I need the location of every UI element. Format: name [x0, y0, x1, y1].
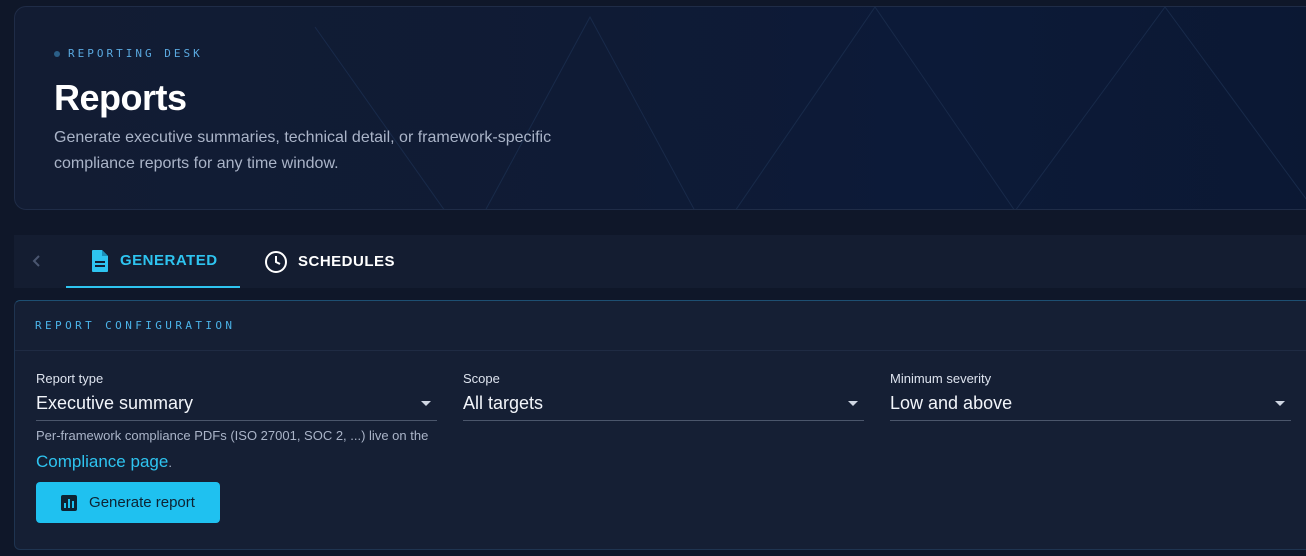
hero-banner: REPORTING DESK Reports Generate executiv… — [14, 6, 1306, 210]
report-type-label: Report type — [36, 371, 104, 386]
caret-down-icon — [848, 401, 858, 406]
report-type-field: Report type Executive summary — [36, 371, 437, 421]
minimum-severity-field: Minimum severity Low and above — [890, 371, 1291, 421]
scope-field: Scope All targets — [463, 371, 864, 421]
tab-scroll-back-button[interactable] — [30, 251, 50, 273]
minimum-severity-select[interactable]: Low and above — [890, 393, 1291, 421]
report-type-value: Executive summary — [36, 393, 194, 413]
scope-label: Scope — [463, 371, 500, 386]
tab-generated-label: GENERATED — [120, 252, 218, 269]
tab-bar: GENERATED SCHEDULES — [14, 235, 1306, 288]
hint-text: Per-framework compliance PDFs (ISO 27001… — [36, 428, 429, 443]
clock-icon — [265, 250, 287, 273]
minimum-severity-value: Low and above — [890, 393, 1013, 413]
compliance-hint: Per-framework compliance PDFs (ISO 27001… — [36, 423, 446, 476]
chevron-left-icon — [32, 255, 40, 267]
bar-chart-icon — [61, 494, 78, 511]
document-icon — [92, 249, 108, 272]
scope-value: All targets — [463, 393, 544, 413]
tab-schedules-label: SCHEDULES — [298, 253, 396, 270]
scope-select[interactable]: All targets — [463, 393, 864, 421]
page-title: Reports — [54, 77, 187, 118]
caret-down-icon — [421, 401, 431, 406]
page-subtitle: Generate executive summaries, technical … — [54, 129, 552, 172]
card-header: REPORT CONFIGURATION — [15, 301, 1306, 351]
hint-suffix: . — [168, 455, 172, 470]
tab-generated[interactable]: GENERATED — [66, 235, 240, 288]
compliance-page-link[interactable]: Compliance page — [36, 452, 168, 471]
hero-eyebrow: REPORTING DESK — [54, 47, 203, 60]
eyebrow-text: REPORTING DESK — [68, 47, 203, 60]
eyebrow-dot-icon — [54, 50, 60, 57]
generate-report-label: Generate report — [89, 494, 195, 511]
generate-report-button[interactable]: Generate report — [36, 482, 220, 523]
hero-background-pattern — [314, 7, 1306, 209]
tab-schedules[interactable]: SCHEDULES — [264, 235, 424, 288]
caret-down-icon — [1275, 401, 1285, 406]
report-type-select[interactable]: Executive summary — [36, 393, 437, 421]
report-configuration-card: REPORT CONFIGURATION Report type Executi… — [14, 300, 1306, 550]
minimum-severity-label: Minimum severity — [890, 371, 992, 386]
